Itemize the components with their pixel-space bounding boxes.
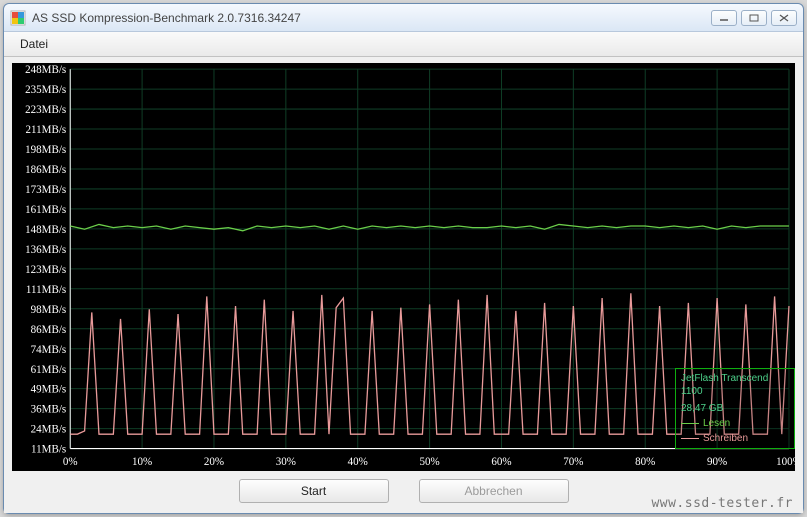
- svg-text:61MB/s: 61MB/s: [31, 364, 67, 376]
- menubar: Datei: [4, 32, 803, 57]
- titlebar[interactable]: AS SSD Kompression-Benchmark 2.0.7316.34…: [4, 4, 803, 32]
- svg-text:100%: 100%: [776, 456, 795, 468]
- legend-read-label: Lesen: [703, 417, 730, 430]
- svg-text:11MB/s: 11MB/s: [31, 444, 66, 456]
- button-row: Start Abbrechen: [12, 471, 795, 505]
- maximize-icon: [749, 14, 759, 22]
- legend-read: Lesen: [681, 417, 789, 430]
- chart-area: 248MB/s 235MB/s 223MB/s 211MB/s 198MB/s 186MB…: [12, 63, 795, 471]
- svg-text:74MB/s: 74MB/s: [31, 344, 67, 356]
- svg-text:24MB/s: 24MB/s: [31, 424, 67, 436]
- svg-text:70%: 70%: [563, 456, 583, 468]
- close-button[interactable]: [771, 10, 797, 26]
- minimize-button[interactable]: [711, 10, 737, 26]
- svg-text:40%: 40%: [348, 456, 368, 468]
- svg-text:123MB/s: 123MB/s: [25, 264, 66, 276]
- svg-text:36MB/s: 36MB/s: [31, 404, 67, 416]
- svg-text:148MB/s: 148MB/s: [25, 224, 66, 236]
- cancel-button: Abbrechen: [419, 479, 569, 503]
- svg-text:198MB/s: 198MB/s: [25, 144, 66, 156]
- close-icon: [779, 14, 789, 22]
- svg-text:248MB/s: 248MB/s: [25, 64, 66, 76]
- app-window: AS SSD Kompression-Benchmark 2.0.7316.34…: [3, 3, 804, 514]
- svg-text:235MB/s: 235MB/s: [25, 84, 66, 96]
- window-controls: [711, 10, 797, 26]
- svg-text:173MB/s: 173MB/s: [25, 184, 66, 196]
- svg-text:10%: 10%: [132, 456, 152, 468]
- client-area: 248MB/s 235MB/s 223MB/s 211MB/s 198MB/s 186MB…: [4, 57, 803, 513]
- svg-text:49MB/s: 49MB/s: [31, 384, 67, 396]
- device-name: JetFlash Transcend 1100: [681, 372, 789, 398]
- svg-text:30%: 30%: [276, 456, 296, 468]
- svg-text:80%: 80%: [635, 456, 655, 468]
- minimize-icon: [719, 14, 729, 22]
- app-icon: [10, 10, 26, 26]
- start-button[interactable]: Start: [239, 479, 389, 503]
- svg-text:223MB/s: 223MB/s: [25, 104, 66, 116]
- svg-text:186MB/s: 186MB/s: [25, 164, 66, 176]
- svg-text:111MB/s: 111MB/s: [26, 284, 66, 296]
- svg-text:20%: 20%: [204, 456, 224, 468]
- svg-text:50%: 50%: [419, 456, 439, 468]
- maximize-button[interactable]: [741, 10, 767, 26]
- device-info-box: JetFlash Transcend 1100 28,47 GB Lesen S…: [675, 368, 795, 449]
- svg-text:161MB/s: 161MB/s: [25, 204, 66, 216]
- device-capacity: 28,47 GB: [681, 402, 789, 415]
- legend-read-line: [681, 423, 699, 424]
- svg-text:136MB/s: 136MB/s: [25, 244, 66, 256]
- svg-text:211MB/s: 211MB/s: [26, 124, 67, 136]
- menu-file[interactable]: Datei: [14, 35, 54, 53]
- svg-text:98MB/s: 98MB/s: [31, 304, 67, 316]
- svg-text:86MB/s: 86MB/s: [31, 324, 67, 336]
- svg-text:0%: 0%: [63, 456, 78, 468]
- legend-write-label: Schreiben: [703, 432, 748, 445]
- legend-write: Schreiben: [681, 432, 789, 445]
- svg-text:60%: 60%: [491, 456, 511, 468]
- svg-text:90%: 90%: [707, 456, 727, 468]
- window-title: AS SSD Kompression-Benchmark 2.0.7316.34…: [32, 11, 711, 25]
- legend-write-line: [681, 438, 699, 439]
